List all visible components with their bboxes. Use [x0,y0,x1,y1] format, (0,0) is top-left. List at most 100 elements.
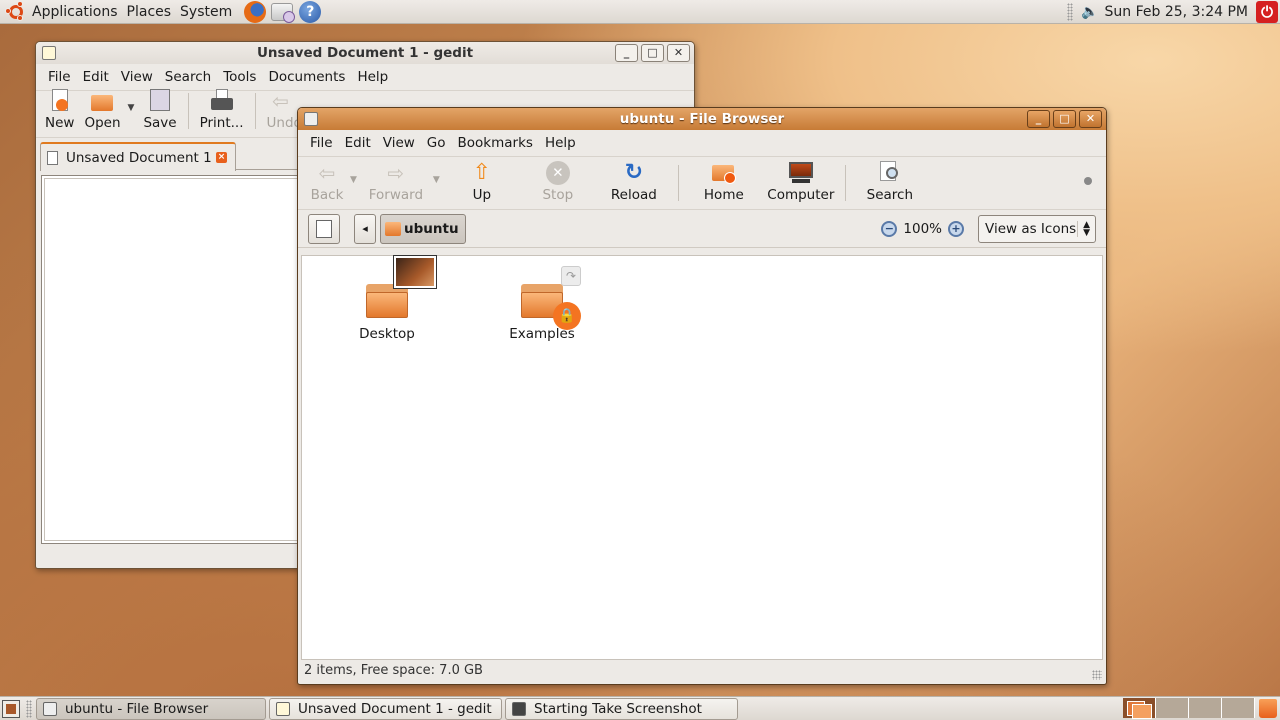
taskbar-item-file-browser[interactable]: ubuntu - File Browser [36,697,266,720]
resize-grip[interactable] [1092,670,1102,680]
zoom-in-icon[interactable]: + [948,220,964,237]
open-label: Open [84,115,121,131]
close-tab-icon[interactable]: × [216,152,227,163]
file-browser-toolbar: ⇦ Back ▼ ⇨ Forward ▼ ⇧ Up ✕ Stop ↻ Reloa… [298,156,1106,210]
volume-icon[interactable]: 🔈 [1081,4,1098,20]
home-folder-icon [385,221,401,236]
places-menu[interactable]: Places [127,4,181,20]
up-button[interactable]: ⇧ Up [444,161,520,204]
search-icon [878,161,902,185]
forward-history-dropdown[interactable]: ▼ [433,175,440,185]
file-browser-title: ubuntu - File Browser [619,111,785,127]
gedit-titlebar[interactable]: Unsaved Document 1 - gedit _ □ ✕ [36,42,694,64]
show-desktop-button[interactable] [2,699,20,718]
workspace-switcher [1123,698,1255,719]
workspace-1[interactable] [1123,698,1156,719]
gedit-app-icon [276,701,290,716]
firefox-icon[interactable] [244,0,267,23]
system-menu[interactable]: System [180,4,241,20]
back-history-dropdown[interactable]: ▼ [350,175,357,185]
zoom-level[interactable]: 100% [903,221,942,237]
maximize-button[interactable]: □ [1053,110,1076,128]
file-view[interactable]: Desktop ↷ 🔒 Examples [301,255,1103,660]
gedit-menubar: File Edit View Search Tools Documents He… [36,64,694,90]
save-icon [148,89,172,113]
menu-tools[interactable]: Tools [217,69,262,85]
home-button[interactable]: Home [685,161,763,203]
close-button[interactable]: ✕ [1079,110,1102,128]
search-button[interactable]: Search [852,161,928,203]
stop-button[interactable]: ✕ Stop [520,161,596,203]
toolbar-separator [254,93,256,129]
help-icon[interactable]: ? [299,0,322,23]
menu-edit[interactable]: Edit [339,135,377,151]
reload-button[interactable]: ↻ Reload [596,160,672,204]
panel-handle[interactable] [26,699,32,718]
open-dropdown-icon[interactable]: ▼ [128,103,135,113]
menu-bookmarks[interactable]: Bookmarks [452,135,539,151]
computer-button[interactable]: Computer [763,161,839,203]
ubuntu-logo-icon[interactable] [5,0,26,22]
home-label: Home [703,187,744,203]
workspace-4[interactable] [1222,698,1255,718]
menu-search[interactable]: Search [159,69,217,85]
panel-handle[interactable] [1067,3,1074,21]
save-label: Save [143,115,177,131]
minimize-button[interactable]: _ [1027,110,1050,128]
back-label: Back [310,187,344,203]
back-button[interactable]: ⇦ Back [306,161,348,203]
crumb-scroll-left-button[interactable]: ◂ [354,213,376,244]
menu-go[interactable]: Go [421,135,452,151]
menu-view[interactable]: View [377,135,421,151]
location-bar: ◂ ubuntu − 100% + View as Icons ▲ ▼ [298,210,1106,248]
lock-emblem-icon: 🔒 [553,302,581,330]
menu-file[interactable]: File [42,69,77,85]
maximize-button[interactable]: □ [641,44,664,62]
file-browser-titlebar[interactable]: ubuntu - File Browser _ □ ✕ [298,108,1106,130]
file-item-examples[interactable]: ↷ 🔒 Examples [487,266,597,342]
trash-icon[interactable] [1259,699,1277,718]
mail-icon[interactable] [271,2,296,23]
clock[interactable]: Sun Feb 25, 3:24 PM [1105,4,1248,20]
forward-label: Forward [368,187,424,203]
applications-menu[interactable]: Applications [32,4,127,20]
menu-file[interactable]: File [304,135,339,151]
zoom-control: − 100% + [881,220,964,237]
camera-icon [512,701,526,716]
workspace-2[interactable] [1156,698,1189,718]
document-tab-label: Unsaved Document 1 [66,149,212,166]
new-button[interactable]: New [40,89,79,131]
power-icon[interactable]: ⏻ [1256,1,1278,23]
menu-documents[interactable]: Documents [262,69,351,85]
close-button[interactable]: ✕ [667,44,690,62]
folder-icon [366,255,437,318]
toggle-location-entry-button[interactable] [308,213,340,244]
stop-label: Stop [542,187,574,203]
taskbar-item-screenshot[interactable]: Starting Take Screenshot [505,697,738,720]
file-item-desktop[interactable]: Desktop [332,255,442,342]
breadcrumb-ubuntu[interactable]: ubuntu [380,213,466,244]
save-button[interactable]: Save [138,89,181,131]
taskbar-item-gedit[interactable]: Unsaved Document 1 - gedit [269,697,502,720]
zoom-out-icon[interactable]: − [881,220,898,237]
open-button[interactable]: Open [79,89,125,131]
gedit-title: Unsaved Document 1 - gedit [256,45,474,61]
new-document-icon [48,89,72,113]
forward-button[interactable]: ⇨ Forward [361,161,431,203]
folder-icon: ↷ 🔒 [521,266,581,330]
view-mode-select[interactable]: View as Icons ▲ ▼ [978,214,1096,243]
minimize-button[interactable]: _ [615,44,638,62]
menu-view[interactable]: View [115,69,159,85]
workspace-3[interactable] [1189,698,1222,718]
forward-arrow-icon: ⇨ [387,161,405,185]
document-tab[interactable]: Unsaved Document 1 × [40,142,236,171]
menu-edit[interactable]: Edit [77,69,115,85]
menu-help[interactable]: Help [351,69,394,85]
toolbar-separator [844,165,846,201]
document-icon [47,150,58,165]
print-icon [210,89,234,113]
reload-icon: ↻ [624,160,644,185]
menu-help[interactable]: Help [539,135,582,151]
file-name: Desktop [359,326,415,342]
print-button[interactable]: Print... [195,89,249,131]
